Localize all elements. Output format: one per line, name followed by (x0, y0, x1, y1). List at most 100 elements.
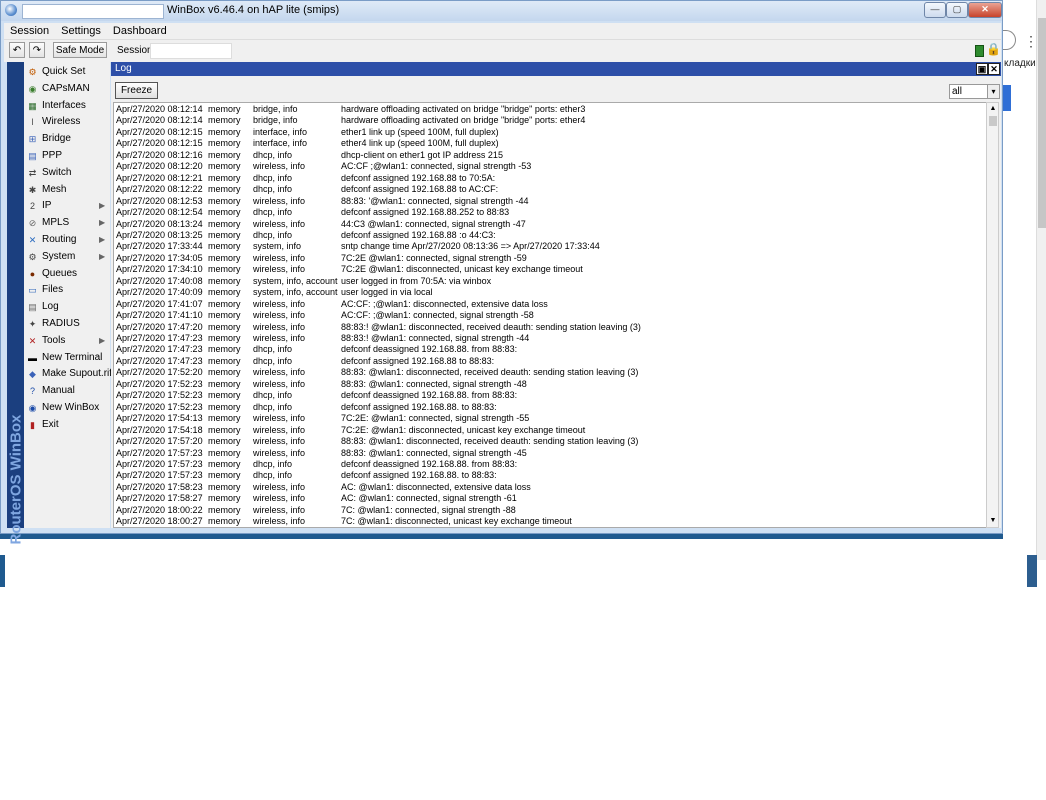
log-buffer: memory (208, 504, 241, 515)
table-row[interactable]: Apr/27/2020 08:13:25 memory dhcp, info defc… (114, 230, 987, 242)
table-row[interactable]: Apr/27/2020 17:52:23 memory dhcp, info defc… (114, 390, 987, 402)
freeze-button[interactable]: Freeze (115, 82, 158, 99)
table-row[interactable]: Apr/27/2020 17:33:44 memory system, info sn… (114, 241, 987, 253)
undo-button[interactable]: ↶ (9, 42, 25, 58)
sidebar-item-label: Switch (42, 166, 72, 178)
table-row[interactable]: Apr/27/2020 08:13:24 memory wireless, info… (114, 219, 987, 231)
log-buffer: memory (208, 367, 241, 378)
table-row[interactable]: Apr/27/2020 17:47:23 memory dhcp, info defc… (114, 344, 987, 356)
sidebar-item-bridge[interactable]: ⊞ Bridge (24, 131, 110, 147)
sidebar-item-log[interactable]: ▤ Log (24, 299, 110, 315)
sidebar-item-tools[interactable]: ✕ Tools ▶ (24, 333, 110, 349)
log-title-bar[interactable]: Log ▣ ✕ (111, 62, 1001, 76)
sidebar-item-interfaces[interactable]: ▦ Interfaces (24, 98, 110, 114)
log-time: Apr/27/2020 08:13:24 (116, 218, 203, 229)
menu-session[interactable]: Session (4, 23, 55, 37)
table-row[interactable]: Apr/27/2020 17:47:23 memory dhcp, info defc… (114, 356, 987, 368)
supout-icon: ◆ (29, 369, 36, 380)
sidebar-item-switch[interactable]: ⇄ Switch (24, 165, 110, 181)
table-row[interactable]: Apr/27/2020 17:34:10 memory wireless, info… (114, 264, 987, 276)
table-row[interactable]: Apr/27/2020 17:52:23 memory wireless, info… (114, 379, 987, 391)
table-row[interactable]: Apr/27/2020 08:12:54 memory dhcp, info defc… (114, 207, 987, 219)
table-row[interactable]: Apr/27/2020 08:12:21 memory dhcp, info defc… (114, 173, 987, 185)
table-row[interactable]: Apr/27/2020 08:12:22 memory dhcp, info defc… (114, 184, 987, 196)
table-row[interactable]: Apr/27/2020 17:47:23 memory wireless, info… (114, 333, 987, 345)
sidebar-item-new-terminal[interactable]: ▬ New Terminal (24, 350, 110, 366)
sidebar-item-quick-set[interactable]: ⚙ Quick Set (24, 64, 110, 80)
sidebar-item-files[interactable]: ▭ Files (24, 282, 110, 298)
menu-settings[interactable]: Settings (55, 23, 107, 37)
log-time: Apr/27/2020 08:12:15 (116, 126, 203, 137)
table-row[interactable]: Apr/27/2020 17:58:23 memory wireless, info… (114, 482, 987, 494)
sidebar-item-system[interactable]: ⚙ System ▶ (24, 249, 110, 265)
sidebar-item-make-supout-rif[interactable]: ◆ Make Supout.rif (24, 366, 112, 382)
table-row[interactable]: Apr/27/2020 17:54:13 memory wireless, info… (114, 413, 987, 425)
sidebar-item-mpls[interactable]: ⊘ MPLS ▶ (24, 215, 110, 231)
table-row[interactable]: Apr/27/2020 08:12:16 memory dhcp, info dhcp… (114, 150, 987, 162)
table-row[interactable]: Apr/27/2020 17:40:08 memory system, info, … (114, 276, 987, 288)
table-row[interactable]: Apr/27/2020 08:12:20 memory wireless, info… (114, 161, 987, 173)
table-row[interactable]: Apr/27/2020 17:41:10 memory wireless, info… (114, 310, 987, 322)
close-button[interactable]: ✕ (968, 2, 1002, 18)
table-row[interactable]: Apr/27/2020 17:57:20 memory wireless, info… (114, 436, 987, 448)
log-filter-select[interactable]: all (949, 84, 991, 99)
log-close-icon[interactable]: ✕ (988, 63, 1000, 75)
sidebar-menu: ⚙ Quick Set ◉ CAPsMAN ▦ Interfaces Ι Wireless ⊞ B… (24, 62, 112, 528)
sidebar-item-capsman[interactable]: ◉ CAPsMAN (24, 81, 110, 97)
table-row[interactable]: Apr/27/2020 17:52:23 memory dhcp, info defc… (114, 402, 987, 414)
table-row[interactable]: Apr/27/2020 08:12:53 memory wireless, info… (114, 196, 987, 208)
log-scrollbar[interactable]: ▲ ▼ (986, 102, 999, 528)
sidebar-item-manual[interactable]: ? Manual (24, 383, 110, 399)
restore-icon[interactable]: ▣ (976, 63, 988, 75)
table-row[interactable]: Apr/27/2020 17:57:23 memory dhcp, info defc… (114, 470, 987, 482)
browser-scrollbar[interactable] (1036, 0, 1046, 560)
table-row[interactable]: Apr/27/2020 17:54:18 memory wireless, info… (114, 425, 987, 437)
sidebar-item-radius[interactable]: ✦ RADIUS (24, 316, 110, 332)
log-buffer: memory (208, 149, 241, 160)
sidebar-item-ip[interactable]: 2 IP ▶ (24, 198, 110, 214)
scroll-down-icon[interactable]: ▼ (988, 516, 998, 526)
log-message: hardware offloading activated on bridge … (341, 104, 586, 114)
table-row[interactable]: Apr/27/2020 17:57:23 memory dhcp, info defc… (114, 459, 987, 471)
title-bar[interactable]: WinBox v6.46.4 on hAP lite (smips) — ▢ ✕ (1, 1, 1002, 21)
safe-mode-button[interactable]: Safe Mode (53, 42, 107, 58)
sidebar-item-new-winbox[interactable]: ◉ New WinBox (24, 400, 110, 416)
table-row[interactable]: Apr/27/2020 08:12:14 memory bridge, info ha… (114, 104, 987, 116)
session-field[interactable] (150, 43, 232, 59)
table-row[interactable]: Apr/27/2020 17:34:05 memory wireless, info… (114, 253, 987, 265)
table-row[interactable]: Apr/27/2020 17:40:09 memory system, info, … (114, 287, 987, 299)
table-row[interactable]: Apr/27/2020 17:57:23 memory wireless, info… (114, 448, 987, 460)
redo-button[interactable]: ↷ (29, 42, 45, 58)
log-message: user logged in via local (341, 287, 433, 298)
minimize-button[interactable]: — (924, 2, 946, 18)
sidebar-item-routing[interactable]: ✕ Routing ▶ (24, 232, 110, 248)
table-row[interactable]: Apr/27/2020 08:12:15 memory interface, inf… (114, 127, 987, 139)
log-topics: wireless, info (253, 321, 306, 332)
sidebar-item-exit[interactable]: ▮ Exit (24, 417, 110, 433)
sidebar-item-queues[interactable]: ● Queues (24, 266, 110, 282)
log-message: 7C:2E @wlan1: connected, signal strength… (341, 252, 527, 263)
manual-icon: ? (29, 386, 35, 397)
table-row[interactable]: Apr/27/2020 17:47:20 memory wireless, info… (114, 322, 987, 334)
log-buffer: memory (208, 161, 241, 172)
sidebar-item-mesh[interactable]: ✱ Mesh (24, 182, 110, 198)
log-buffer: memory (208, 458, 241, 469)
sidebar-item-label: Mesh (42, 183, 67, 195)
table-row[interactable]: Apr/27/2020 08:12:14 memory bridge, info ha… (114, 115, 987, 127)
log-message: AC:CF ;@wlan1: connected, signal strengt… (341, 161, 532, 172)
table-row[interactable]: Apr/27/2020 18:00:22 memory wireless, info… (114, 505, 987, 517)
scroll-up-icon[interactable]: ▲ (988, 104, 998, 114)
table-row[interactable]: Apr/27/2020 17:52:20 memory wireless, info… (114, 367, 987, 379)
table-row[interactable]: Apr/27/2020 08:12:15 memory interface, inf… (114, 138, 987, 150)
browser-scroll-thumb[interactable] (1038, 18, 1046, 228)
sidebar-item-ppp[interactable]: ▤ PPP (24, 148, 110, 164)
log-buffer: memory (208, 138, 241, 149)
table-row[interactable]: Apr/27/2020 17:58:27 memory wireless, info… (114, 493, 987, 505)
scroll-thumb[interactable] (989, 116, 997, 126)
chevron-down-icon[interactable]: ▾ (987, 84, 1000, 99)
table-row[interactable]: Apr/27/2020 18:00:27 memory wireless, info… (114, 516, 987, 527)
sidebar-item-wireless[interactable]: Ι Wireless (24, 114, 110, 130)
table-row[interactable]: Apr/27/2020 17:41:07 memory wireless, info… (114, 299, 987, 311)
maximize-button[interactable]: ▢ (946, 2, 968, 18)
menu-dashboard[interactable]: Dashboard (107, 23, 173, 37)
